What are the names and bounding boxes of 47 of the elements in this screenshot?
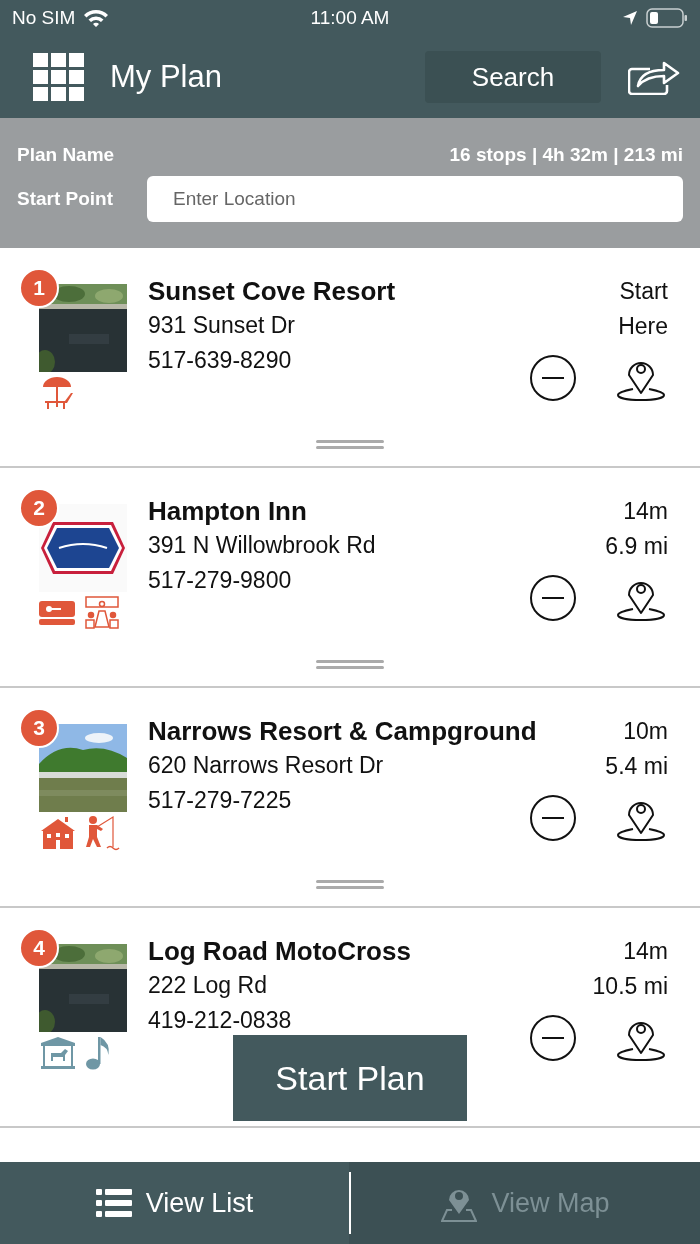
travel-info: Here xyxy=(618,312,668,341)
page-title: My Plan xyxy=(110,59,223,95)
travel-info: 14m xyxy=(623,937,668,966)
stop-number-badge: 3 xyxy=(19,708,59,748)
drag-handle-icon[interactable] xyxy=(316,440,384,450)
stop-name: Narrows Resort & Campground xyxy=(148,715,538,748)
drag-handle-icon[interactable] xyxy=(316,880,384,890)
search-button[interactable]: Search xyxy=(425,51,601,103)
remove-icon[interactable] xyxy=(529,354,577,402)
remove-icon[interactable] xyxy=(529,794,577,842)
clock-time: 11:00 AM xyxy=(310,7,390,29)
stop-address: 391 N Willowbrook Rd xyxy=(148,531,377,560)
stop-name: Log Road MotoCross xyxy=(148,935,412,968)
plan-name-label: Plan Name xyxy=(17,144,115,166)
location-arrow-icon xyxy=(622,10,638,26)
stop-phone: 517-279-7225 xyxy=(148,786,293,815)
stop-number-badge: 4 xyxy=(19,928,59,968)
list-icon xyxy=(95,1189,132,1217)
remove-icon[interactable] xyxy=(529,1014,577,1062)
remove-icon[interactable] xyxy=(529,574,577,622)
stop-address: 620 Narrows Resort Dr xyxy=(148,751,385,780)
bottom-tab[interactable]: View List xyxy=(0,1162,349,1244)
plan-summary: 16 stops | 4h 32m | 213 mi xyxy=(449,144,683,166)
stop-name: Sunset Cove Resort xyxy=(148,275,397,308)
carrier-label: No SIM xyxy=(12,7,76,29)
stop-address: 931 Sunset Dr xyxy=(148,311,297,340)
stop-number-badge: 1 xyxy=(19,268,59,308)
location-field[interactable]: Enter Location xyxy=(147,176,683,222)
stop-phone: 517-279-9800 xyxy=(148,566,293,595)
battery-icon xyxy=(646,8,688,28)
app-grid-icon[interactable] xyxy=(33,52,84,102)
travel-info: 14m xyxy=(623,497,668,526)
travel-info: 10m xyxy=(623,717,668,746)
stop-address: 222 Log Rd xyxy=(148,971,268,1000)
share-icon[interactable] xyxy=(628,59,680,95)
travel-info: 5.4 mi xyxy=(605,752,668,781)
drag-handle-icon[interactable] xyxy=(316,660,384,670)
travel-info: Start xyxy=(619,277,668,306)
start-plan-button[interactable]: Start Plan xyxy=(233,1035,467,1121)
travel-info: 6.9 mi xyxy=(605,532,668,561)
stop-name: Hampton Inn xyxy=(148,495,308,528)
travel-info: 10.5 mi xyxy=(592,972,668,1001)
stop-phone: 517-639-8290 xyxy=(148,346,293,375)
wifi-icon xyxy=(83,8,110,28)
stop-number-badge: 2 xyxy=(19,488,59,528)
stop-phone: 419-212-0838 xyxy=(148,1006,293,1035)
start-point-label: Start Point xyxy=(17,188,114,210)
